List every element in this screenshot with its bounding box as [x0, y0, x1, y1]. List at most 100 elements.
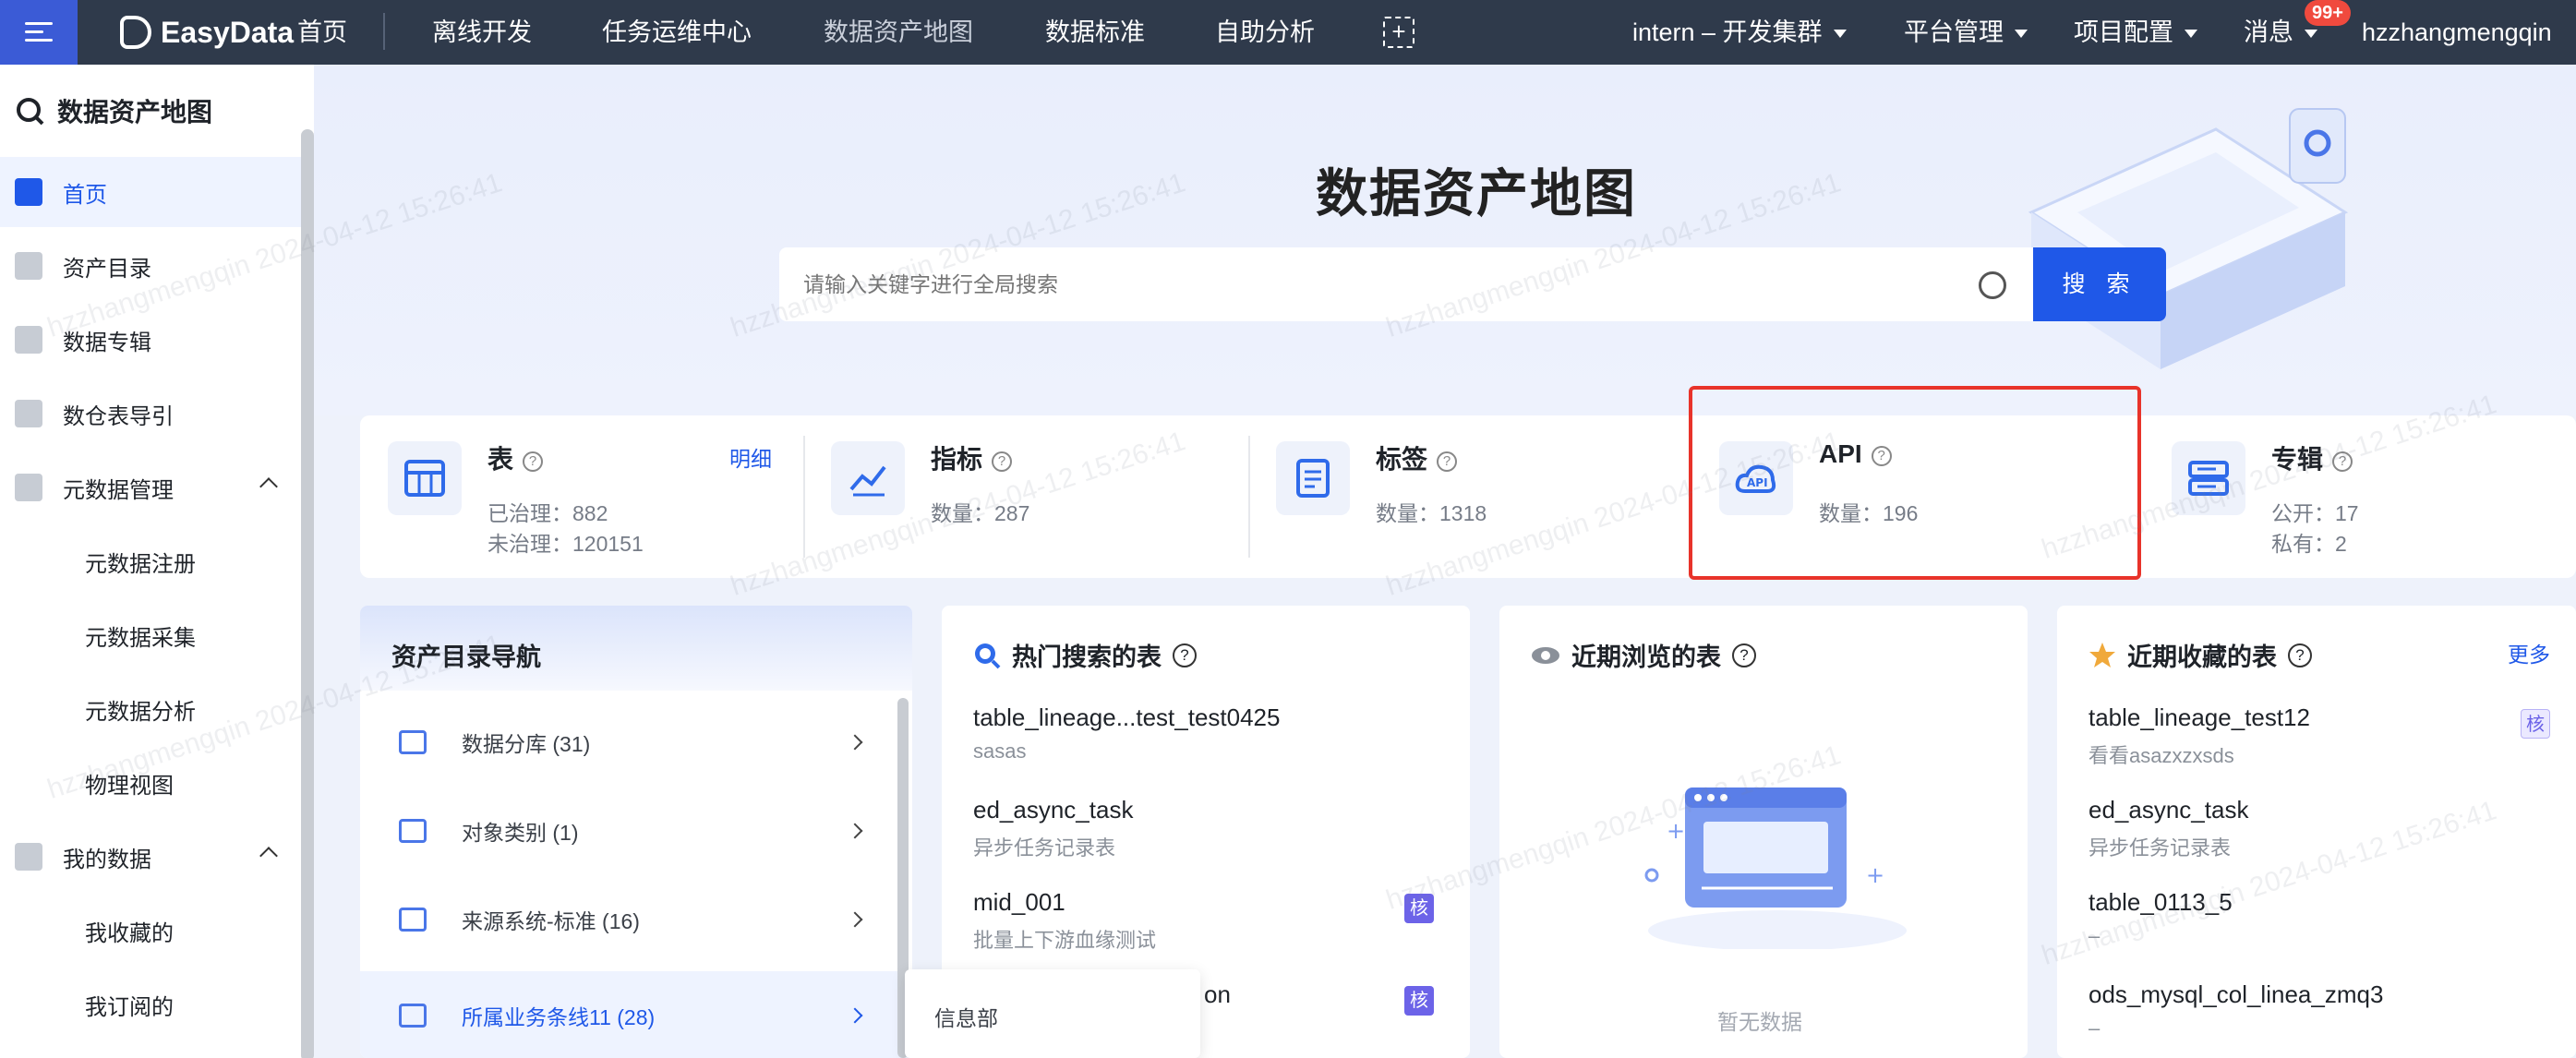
empty-state-text: 暂无数据	[1717, 1010, 1802, 1034]
sidebar-item-warehouse-guide[interactable]: 数仓表导引	[0, 379, 301, 449]
stat-name-text: 表	[488, 445, 514, 474]
core-badge: 核	[1404, 894, 1434, 923]
list-item[interactable]: table_0113_5 –	[2088, 888, 2550, 948]
sidebar-item-label: 数仓表导引	[63, 403, 174, 429]
catalog-row-label: 数据分库 (31)	[462, 732, 591, 756]
list-item[interactable]: ed_async_task 异步任务记录表	[973, 796, 1435, 861]
sidebar-item-metadata-analysis[interactable]: 元数据分析	[0, 674, 301, 744]
nav-self-analysis[interactable]: 自助分析	[1215, 0, 1315, 65]
book-icon	[399, 908, 427, 932]
stat-private: 私有：2	[2271, 532, 2347, 556]
help-icon[interactable]: ?	[1173, 643, 1197, 667]
menu-icon	[25, 22, 53, 42]
nav-asset-map[interactable]: 数据资产地图	[824, 0, 973, 65]
detail-link[interactable]: 明细	[729, 441, 772, 473]
list-item[interactable]: table_lineage_test12 看看asazxzxsds	[2088, 703, 2550, 769]
book-icon	[399, 730, 427, 754]
chevron-right-icon	[847, 1007, 863, 1024]
dropdown-option[interactable]: 信息部	[934, 1006, 998, 1030]
sidebar-item-label: 元数据管理	[63, 477, 174, 503]
stat-name: 专辑?	[2271, 439, 2353, 476]
app-logo[interactable]: EasyData	[120, 0, 294, 65]
search-button[interactable]: 搜 索	[2033, 247, 2166, 321]
eye-icon	[1532, 646, 1559, 664]
catalog-nav-panel: 资产目录导航 数据分库 (31) 对象类别 (1) 来源系统-标准 (16) 所…	[360, 606, 912, 1058]
sidebar-item-album[interactable]: 数据专辑	[0, 305, 301, 375]
stat-name: 表?	[488, 439, 544, 476]
panel-title: 热门搜索的表	[1012, 643, 1162, 671]
stat-count: 数量：1318	[1376, 501, 1487, 525]
sidebar-item-catalog[interactable]: 资产目录	[0, 231, 301, 301]
item-title: ed_async_task	[973, 796, 1134, 824]
sidebar-item-metadata-mgmt[interactable]: 元数据管理	[0, 452, 301, 523]
nav-offline-dev[interactable]: 离线开发	[432, 0, 532, 65]
svg-text:+: +	[1667, 818, 1685, 844]
item-title: table_0113_5	[2088, 888, 2233, 916]
item-title: table_lineage_test12	[2088, 703, 2310, 731]
catalog-icon	[15, 252, 42, 280]
server-icon	[2172, 441, 2245, 515]
sidebar-item-physical-view[interactable]: 物理视图	[0, 748, 301, 818]
stat-album[interactable]: 专辑? 公开：17 私有：2	[2144, 415, 2576, 578]
stat-table[interactable]: 表? 已治理：882 未治理：120151 明细	[360, 415, 803, 578]
top-navbar: EasyData 首页 离线开发 任务运维中心 数据资产地图 数据标准 自助分析…	[0, 0, 2576, 65]
cluster-selector[interactable]: intern – 开发集群	[1632, 0, 1847, 65]
add-tab-icon[interactable]: +	[1383, 17, 1414, 48]
catalog-row-source[interactable]: 来源系统-标准 (16)	[360, 875, 912, 964]
user-account[interactable]: hzzhangmengqin	[2362, 0, 2552, 65]
sidebar-item-metadata-register[interactable]: 元数据注册	[0, 526, 301, 596]
help-icon[interactable]: ?	[2288, 643, 2312, 667]
nav-data-standard[interactable]: 数据标准	[1045, 0, 1145, 65]
catalog-row-object[interactable]: 对象类别 (1)	[360, 787, 912, 875]
platform-label: 平台管理	[1904, 18, 2004, 46]
target-icon[interactable]	[1979, 271, 2006, 299]
list-item[interactable]: table_lineage...test_test0425 sasas	[973, 703, 1435, 763]
stat-name-text: 指标	[931, 445, 983, 474]
chevron-up-icon	[259, 477, 278, 496]
list-item[interactable]: mid_001 批量上下游血缘测试	[973, 888, 1435, 954]
sidebar-header: 数据资产地图	[15, 92, 212, 129]
stat-tag[interactable]: 标签? 数量：1318	[1248, 415, 1691, 578]
grid-icon	[15, 474, 42, 501]
nav-home[interactable]: 首页	[297, 0, 347, 65]
nav-divider	[383, 13, 385, 50]
server-illustration	[2028, 108, 2349, 369]
catalog-row-label: 对象类别 (1)	[462, 821, 579, 845]
chevron-down-icon	[2015, 30, 2028, 39]
sidebar-item-label: 资产目录	[63, 256, 151, 282]
item-desc: 异步任务记录表	[973, 836, 1116, 860]
stat-public: 公开：17	[2271, 501, 2359, 525]
sidebar-item-metadata-collect[interactable]: 元数据采集	[0, 600, 301, 670]
chevron-down-icon	[2185, 30, 2197, 39]
nav-task-ops[interactable]: 任务运维中心	[602, 0, 752, 65]
favorites-more-link[interactable]: 更多	[2508, 637, 2550, 668]
sidebar-item-my-subscriptions[interactable]: 我订阅的	[0, 969, 301, 1040]
help-icon[interactable]: ?	[2332, 451, 2353, 472]
sidebar-item-my-favorites[interactable]: 我收藏的	[0, 896, 301, 966]
item-desc: 看看asazxzxsds	[2088, 744, 2234, 767]
logo-icon	[120, 16, 151, 49]
sidebar-scrollbar[interactable]	[301, 129, 314, 1058]
help-icon[interactable]: ?	[992, 451, 1013, 472]
stat-metric[interactable]: 指标? 数量：287	[803, 415, 1246, 578]
help-icon[interactable]: ?	[1732, 643, 1756, 667]
global-search-input[interactable]	[779, 247, 2033, 321]
list-item[interactable]: ods_mysql_col_linea_zmq3 –	[2088, 980, 2550, 1040]
sidebar-item-home[interactable]: 首页	[0, 157, 301, 227]
catalog-row-db[interactable]: 数据分库 (31)	[360, 698, 912, 787]
album-icon	[15, 326, 42, 354]
search-icon	[975, 643, 1001, 668]
help-icon[interactable]: ?	[1437, 451, 1458, 472]
menu-toggle-button[interactable]	[0, 0, 78, 65]
platform-menu[interactable]: 平台管理	[1904, 0, 2028, 65]
item-title: mid_001	[973, 888, 1065, 916]
catalog-row-business[interactable]: 所属业务条线11 (28)	[360, 971, 912, 1058]
messages-label: 消息	[2244, 18, 2293, 46]
sidebar-item-label: 我的数据	[63, 847, 151, 872]
page-title: 数据资产地图	[1316, 164, 1637, 222]
list-item[interactable]: ed_async_task 异步任务记录表	[2088, 796, 2550, 861]
help-icon[interactable]: ?	[523, 451, 544, 472]
chevron-down-icon	[2305, 30, 2317, 39]
project-menu[interactable]: 项目配置	[2074, 0, 2197, 65]
sidebar-item-my-data[interactable]: 我的数据	[0, 822, 301, 892]
